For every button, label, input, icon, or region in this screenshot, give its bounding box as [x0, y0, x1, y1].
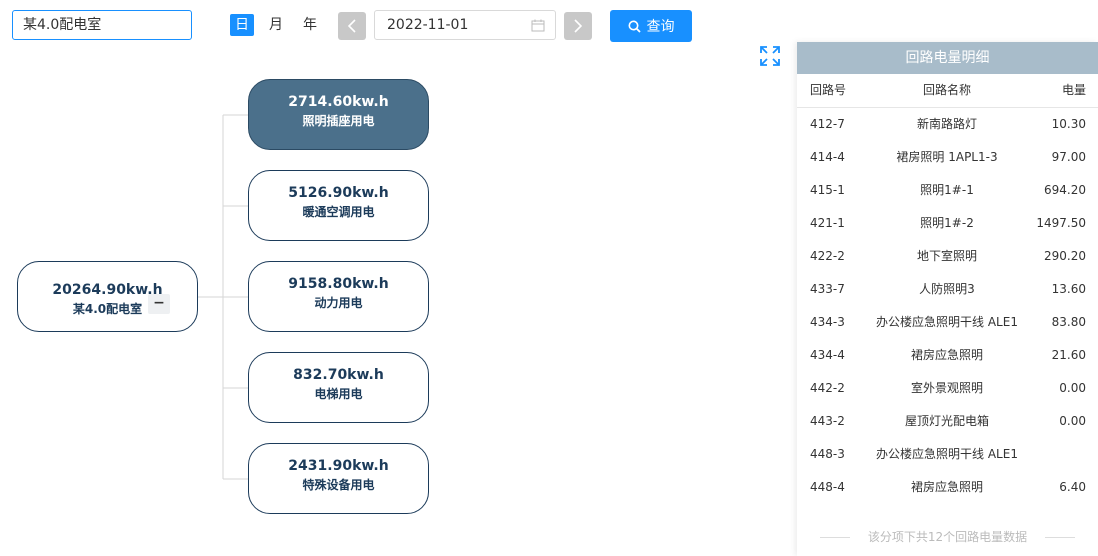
cell-energy: 13.60: [1051, 282, 1086, 296]
cell-circuit-no: 412-7: [810, 117, 845, 131]
node-value: 832.70kw.h: [293, 367, 384, 383]
search-icon: [628, 20, 641, 33]
chevron-right-icon: [574, 19, 583, 33]
panel-title: 回路电量明细: [797, 42, 1098, 74]
node-label: 动力用电: [314, 296, 363, 310]
cell-circuit-name: 办公楼应急照明干线 ALE1: [876, 315, 1018, 329]
cell-circuit-no: 415-1: [810, 183, 845, 197]
col-header-circuit-no: 回路号: [810, 83, 847, 97]
tree-root-node[interactable]: 20264.90kw.h 某4.0配电室: [17, 261, 198, 332]
table-row[interactable]: 433-7 人防照明3 13.60: [797, 273, 1098, 306]
cell-energy: 0.00: [1059, 381, 1086, 395]
tree-node-special[interactable]: 2431.90kw.h 特殊设备用电: [248, 443, 429, 514]
cell-circuit-no: 443-2: [810, 414, 845, 428]
table-row[interactable]: 434-4 裙房应急照明 21.60: [797, 339, 1098, 372]
cell-circuit-name: 裙房应急照明: [910, 480, 983, 494]
cell-circuit-name: 屋顶灯光配电箱: [904, 414, 989, 428]
cell-circuit-no: 433-7: [810, 282, 845, 296]
tree-node-power[interactable]: 9158.80kw.h 动力用电: [248, 261, 429, 332]
cell-circuit-name: 办公楼应急照明干线 ALE1: [876, 447, 1018, 461]
tree-node-elevator[interactable]: 832.70kw.h 电梯用电: [248, 352, 429, 423]
cell-energy: 290.20: [1044, 249, 1086, 263]
node-value: 9158.80kw.h: [288, 276, 389, 292]
cell-energy: 21.60: [1051, 348, 1086, 362]
col-header-energy: 电量: [1061, 83, 1086, 97]
fullscreen-icon[interactable]: [760, 46, 780, 66]
cell-circuit-no: 434-4: [810, 348, 845, 362]
cell-circuit-name: 新南路路灯: [916, 117, 977, 131]
cell-energy: 694.20: [1044, 183, 1086, 197]
query-button[interactable]: 查询: [610, 10, 692, 42]
circuit-detail-panel: 回路电量明细 回路号 回路名称 电量 412-7 新南路路灯 10.30 414-4 裙…: [797, 42, 1098, 556]
cell-circuit-no: 442-2: [810, 381, 845, 395]
root-value: 20264.90kw.h: [52, 282, 163, 298]
next-date-button[interactable]: [564, 12, 592, 40]
table-row[interactable]: 442-2 室外景观照明 0.00: [797, 372, 1098, 405]
cell-energy: 1497.50: [1036, 216, 1086, 230]
cell-circuit-no: 448-4: [810, 480, 845, 494]
cell-energy: 83.80: [1051, 315, 1086, 329]
panel-footer: 该分项下共12个回路电量数据: [797, 528, 1098, 545]
table-row[interactable]: 422-2 地下室照明 290.20: [797, 240, 1098, 273]
cell-energy: 97.00: [1051, 150, 1086, 164]
table-row[interactable]: 414-4 裙房照明 1APL1-3 97.00: [797, 141, 1098, 174]
cell-energy: 0.00: [1059, 414, 1086, 428]
table-header: 回路号 回路名称 电量: [797, 74, 1098, 108]
cell-circuit-no: 414-4: [810, 150, 845, 164]
node-label: 暖通空调用电: [302, 205, 375, 219]
node-label: 照明插座用电: [302, 114, 375, 128]
node-value: 5126.90kw.h: [288, 185, 389, 201]
cell-circuit-no: 434-3: [810, 315, 845, 329]
root-label: 某4.0配电室: [72, 302, 143, 316]
tree-node-lighting[interactable]: 2714.60kw.h 照明插座用电: [248, 79, 429, 150]
table-row[interactable]: 443-2 屋顶灯光配电箱 0.00: [797, 405, 1098, 438]
cell-energy: 6.40: [1059, 480, 1086, 494]
query-label: 查询: [646, 19, 675, 35]
cell-energy: 10.30: [1051, 117, 1086, 131]
cell-circuit-name: 室外景观照明: [910, 381, 983, 395]
cell-circuit-name: 照明1#-2: [920, 216, 974, 230]
collapse-toggle-button[interactable]: −: [148, 294, 170, 314]
col-header-circuit-name: 回路名称: [922, 83, 971, 97]
tree-node-hvac[interactable]: 5126.90kw.h 暖通空调用电: [248, 170, 429, 241]
cell-circuit-name: 照明1#-1: [920, 183, 974, 197]
cell-circuit-name: 人防照明3: [919, 282, 975, 296]
table-row[interactable]: 412-7 新南路路灯 10.30: [797, 108, 1098, 141]
cell-circuit-no: 448-3: [810, 447, 845, 461]
cell-circuit-name: 裙房应急照明: [910, 348, 983, 362]
footer-text: 该分项下共12个回路电量数据: [867, 530, 1028, 544]
table-row[interactable]: 421-1 照明1#-2 1497.50: [797, 207, 1098, 240]
calendar-icon: [531, 19, 545, 32]
cell-circuit-name: 地下室照明: [916, 249, 977, 263]
table-row[interactable]: 448-3 办公楼应急照明干线 ALE1: [797, 438, 1098, 471]
cell-circuit-no: 421-1: [810, 216, 845, 230]
cell-circuit-name: 裙房照明 1APL1-3: [896, 150, 998, 164]
node-label: 特殊设备用电: [302, 478, 375, 492]
table-row[interactable]: 434-3 办公楼应急照明干线 ALE1 83.80: [797, 306, 1098, 339]
node-value: 2714.60kw.h: [288, 94, 389, 110]
table-row[interactable]: 448-4 裙房应急照明 6.40: [797, 471, 1098, 504]
table-row[interactable]: 415-1 照明1#-1 694.20: [797, 174, 1098, 207]
node-label: 电梯用电: [314, 387, 363, 401]
node-value: 2431.90kw.h: [288, 458, 389, 474]
cell-circuit-no: 422-2: [810, 249, 845, 263]
